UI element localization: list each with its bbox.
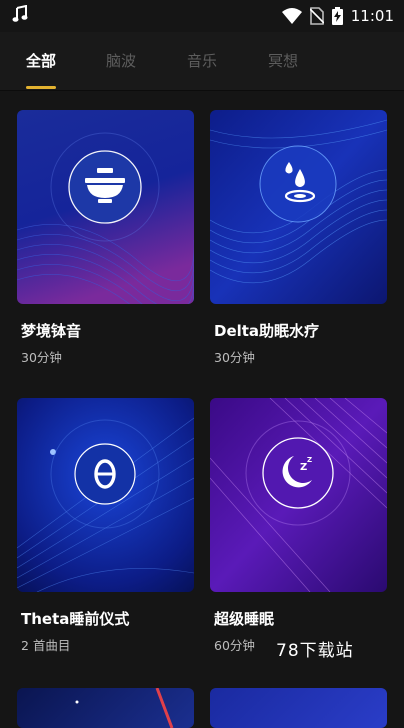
card-cover (17, 398, 194, 592)
card-super-sleep[interactable]: Z Z 超级睡眠 60分钟 (210, 398, 387, 660)
tab-meditation[interactable]: 冥想 (268, 50, 298, 71)
singing-bowl-icon (83, 164, 127, 208)
card-cover: Z Z (210, 398, 387, 592)
card-title: Theta睡前仪式 (21, 610, 130, 628)
water-drop-icon (278, 160, 318, 208)
card-cover (210, 110, 387, 304)
active-tab-indicator (26, 86, 56, 89)
category-tabs: 全部 脑波 音乐 冥想 (0, 32, 404, 91)
card-partial-right[interactable] (210, 688, 387, 728)
card-duration: 60分钟 (214, 638, 255, 653)
tab-brainwave[interactable]: 脑波 (106, 50, 136, 71)
card-title: Delta助眠水疗 (214, 322, 320, 340)
status-bar: 11:01 (0, 0, 404, 32)
clock-time: 11:01 (350, 7, 394, 25)
card-cover (17, 110, 194, 304)
music-note-icon (12, 4, 28, 27)
card-partial-left[interactable] (17, 688, 194, 728)
card-duration: 30分钟 (214, 350, 255, 365)
theta-icon (93, 458, 117, 490)
card-title: 超级睡眠 (214, 610, 275, 628)
card-track-count: 2 首曲目 (21, 638, 71, 653)
wifi-icon (281, 8, 302, 24)
tab-all[interactable]: 全部 (26, 50, 56, 71)
card-duration: 30分钟 (21, 350, 62, 365)
tab-music[interactable]: 音乐 (187, 50, 217, 71)
watermark-text: 78下载站 (276, 641, 354, 661)
card-theta-ritual[interactable]: Theta睡前仪式 2 首曲目 (17, 398, 194, 660)
card-delta-spa[interactable]: Delta助眠水疗 30分钟 (210, 110, 387, 372)
moon-zzz-icon: Z Z (276, 450, 320, 494)
svg-text:Z: Z (307, 456, 312, 464)
no-sim-icon (309, 7, 324, 25)
card-dream-bowl[interactable]: 梦境钵音 30分钟 (17, 110, 194, 372)
battery-charging-icon (331, 7, 343, 25)
card-title: 梦境钵音 (21, 322, 82, 340)
